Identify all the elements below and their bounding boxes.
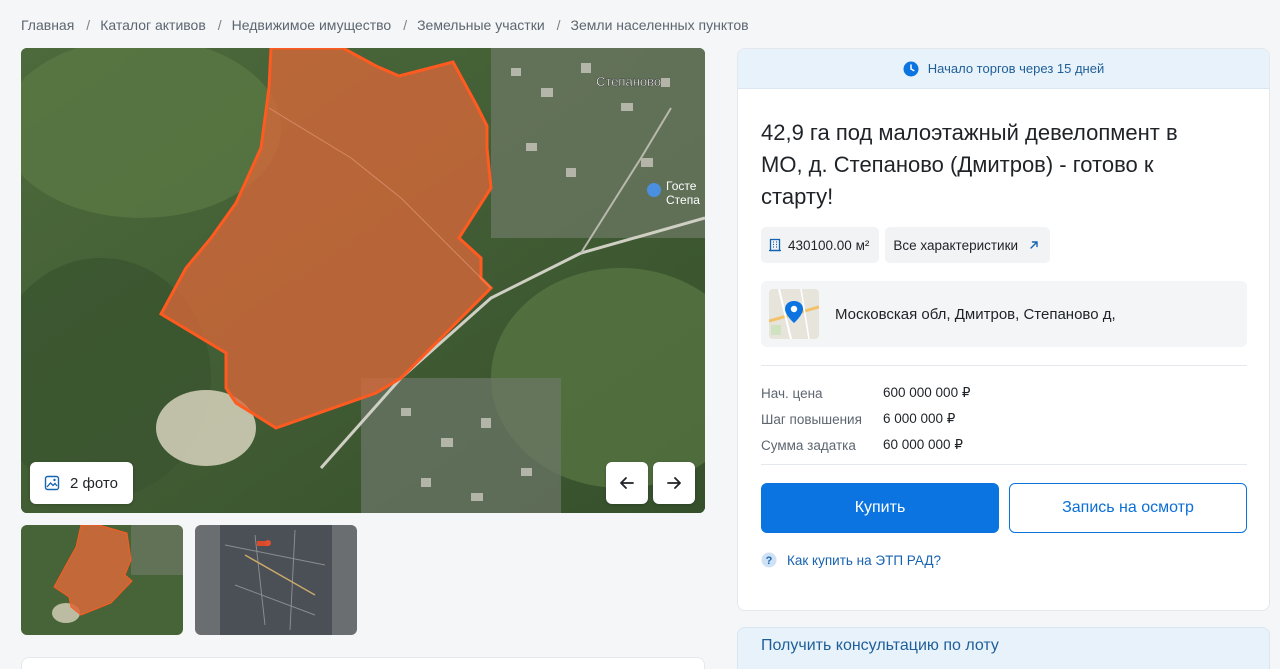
map-label-hotel-2: Степа [666,193,700,207]
divider [761,365,1247,366]
breadcrumb-separator: / [217,17,222,33]
breadcrumb-separator: / [86,17,91,33]
photo-count-button[interactable]: 2 фото [30,462,133,504]
price-label: Сумма задатка [761,437,856,453]
thumbnail-1[interactable] [21,525,183,635]
buy-button[interactable]: Купить [761,483,999,533]
consultation-title: Получить консультацию по лоту [761,637,999,654]
price-value: 600 000 000 ₽ [883,385,971,400]
price-list: Нач. цена 600 000 000 ₽ Шаг повышения 6 … [761,380,1247,458]
description-card [21,657,705,669]
map-label-village: Степаново [596,74,661,89]
how-to-buy-label: Как купить на ЭТП РАД? [787,552,941,568]
price-label: Нач. цена [761,385,823,401]
area-value: 430100.00 м² [788,237,870,253]
photo-count-label: 2 фото [70,474,118,492]
breadcrumb-home[interactable]: Главная [21,17,74,33]
breadcrumb: Главная / Каталог активов / Недвижимое и… [21,17,749,33]
breadcrumb-catalog[interactable]: Каталог активов [100,17,206,33]
map-pin-thumbnail-icon [769,289,819,339]
breadcrumb-land-plots[interactable]: Земельные участки [417,17,545,33]
map-label-hotel: Госте [666,179,697,193]
how-to-buy-link[interactable]: ? Как купить на ЭТП РАД? [761,552,1247,568]
thumbnail-2[interactable] [195,525,357,635]
main-photo[interactable]: Степаново Госте Степа [21,48,705,513]
price-row-step: Шаг повышения 6 000 000 ₽ [761,406,1247,432]
location-card[interactable]: Московская обл, Дмитров, Степаново д, [761,281,1247,347]
lot-details: 42,9 га под малоэтажный девелопмент в МО… [761,89,1247,568]
map-pin-icon [647,183,661,197]
price-row-deposit: Сумма задатка 60 000 000 ₽ [761,432,1247,458]
question-icon: ? [761,552,777,568]
address-text: Московская обл, Дмитров, Степаново д, [835,305,1116,323]
thumbnail-city-map-image [195,525,357,635]
arrow-left-icon [620,477,634,489]
all-specs-label: Все характеристики [893,237,1019,253]
price-value: 60 000 000 ₽ [883,437,963,452]
prev-photo-button[interactable] [606,462,648,504]
breadcrumb-separator: / [556,17,561,33]
divider [761,464,1247,465]
area-chip: 430100.00 м² [761,227,880,263]
schedule-viewing-button[interactable]: Запись на осмотр [1008,483,1247,533]
image-icon [44,475,60,491]
thumbnail-satellite-image [21,525,183,635]
breadcrumb-real-estate[interactable]: Недвижимое имущество [232,17,392,33]
clock-icon [903,61,919,76]
breadcrumb-settlement-lands[interactable]: Земли населенных пунктов [571,17,749,33]
price-label: Шаг повышения [761,411,862,427]
price-value: 6 000 000 ₽ [883,411,956,426]
lot-summary-panel: Начало торгов через 15 дней 42,9 га под … [737,48,1270,611]
auction-start-banner: Начало торгов через 15 дней [738,49,1269,89]
all-specs-link[interactable]: Все характеристики [885,227,1051,263]
lot-chips: 430100.00 м² Все характеристики [761,227,1247,263]
breadcrumb-separator: / [403,17,408,33]
svg-text:?: ? [766,555,773,567]
arrow-right-icon [667,477,681,489]
lot-title: 42,9 га под малоэтажный девелопмент в МО… [761,120,1178,209]
map-thumbnail [769,289,819,339]
building-icon [769,238,781,252]
next-photo-button[interactable] [653,462,695,504]
price-row-start: Нач. цена 600 000 000 ₽ [761,380,1247,406]
external-arrow-icon [1030,241,1038,249]
action-buttons: Купить Запись на осмотр [761,483,1247,533]
satellite-image: Степаново Госте Степа [21,48,705,513]
auction-start-text: Начало торгов через 15 дней [927,61,1105,76]
consultation-banner[interactable]: Получить консультацию по лоту [737,627,1270,669]
